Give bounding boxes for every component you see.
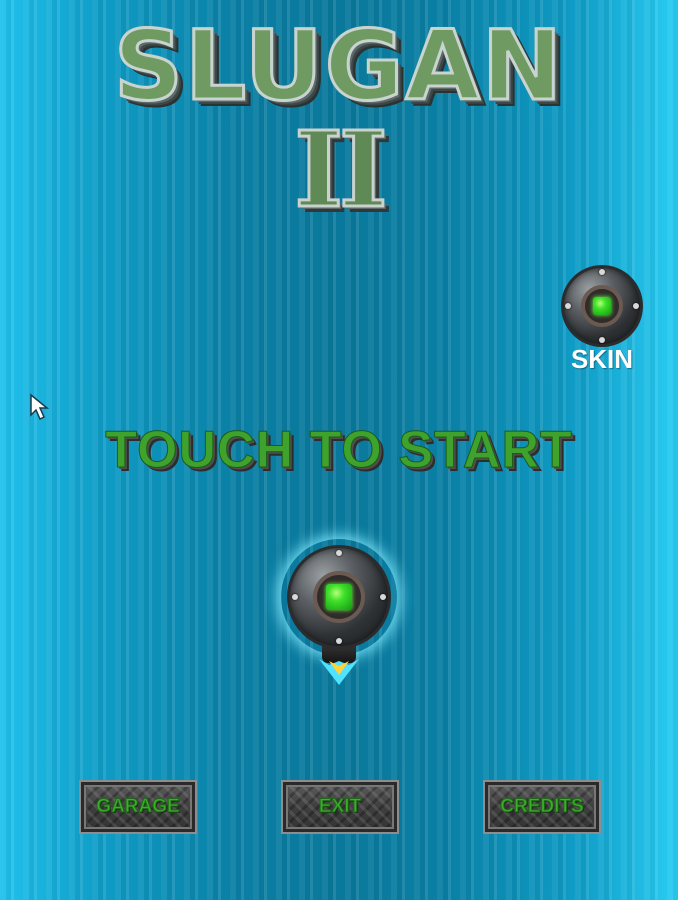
game-title: SLUGAN	[0, 17, 678, 116]
rivet-icon	[565, 303, 571, 309]
player-ship-icon	[287, 545, 391, 649]
mouse-pointer-icon	[30, 393, 50, 421]
rivet-icon	[599, 337, 605, 343]
main-menu-screen[interactable]: SLUGAN II SKIN TOUCH TO START GARAGE EXI…	[0, 0, 678, 900]
exit-button[interactable]: EXIT	[281, 780, 399, 834]
skin-button[interactable]	[561, 265, 643, 347]
rivet-icon	[292, 594, 298, 600]
touch-to-start-prompt[interactable]: TOUCH TO START	[0, 420, 678, 480]
exit-button-label: EXIT	[318, 796, 362, 818]
credits-button[interactable]: CREDITS	[483, 780, 601, 834]
garage-button[interactable]: GARAGE	[79, 780, 197, 834]
player-ship	[287, 545, 391, 685]
pod-gem-icon	[593, 297, 611, 315]
thruster-flame-icon	[319, 659, 359, 685]
rivet-icon	[599, 269, 605, 275]
rivet-icon	[336, 638, 342, 644]
game-title-numeral: II	[293, 108, 389, 231]
rivet-icon	[336, 550, 342, 556]
rivet-icon	[380, 594, 386, 600]
credits-button-label: CREDITS	[500, 796, 584, 818]
skin-label[interactable]: SKIN	[561, 344, 643, 375]
rivet-icon	[633, 303, 639, 309]
ship-gem-icon	[326, 584, 352, 610]
garage-button-label: GARAGE	[96, 796, 180, 818]
